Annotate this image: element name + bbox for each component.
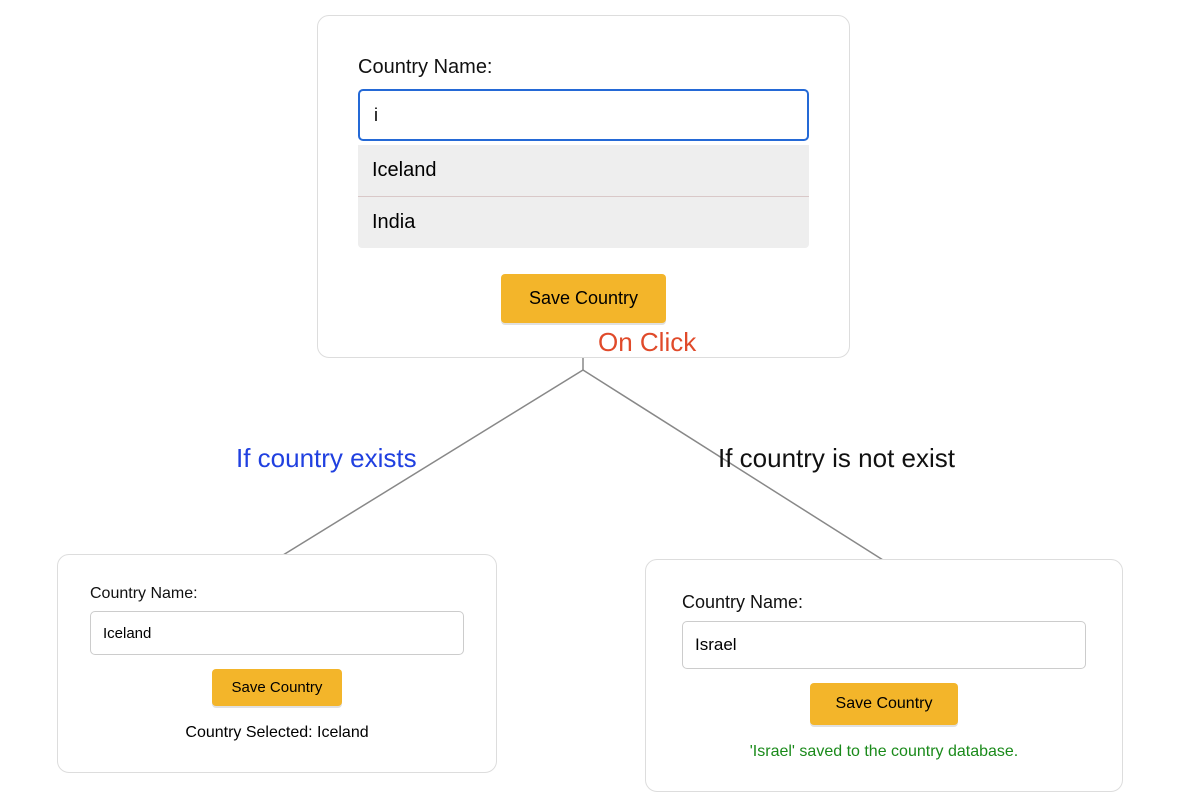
save-country-button[interactable]: Save Country: [810, 683, 959, 725]
branch-right-annotation: If country is not exist: [718, 443, 955, 474]
branch-left-annotation: If country exists: [236, 443, 417, 474]
country-name-input[interactable]: [682, 621, 1086, 669]
country-name-input[interactable]: [90, 611, 464, 655]
save-country-button[interactable]: Save Country: [501, 274, 666, 323]
country-name-label: Country Name:: [358, 56, 809, 79]
country-name-label: Country Name:: [682, 592, 1086, 613]
saved-success-status: 'Israel' saved to the country database.: [682, 743, 1086, 761]
autocomplete-option[interactable]: Iceland: [358, 145, 809, 197]
left-result-card: Country Name: Save Country Country Selec…: [57, 554, 497, 773]
on-click-annotation: On Click: [598, 327, 696, 358]
autocomplete-dropdown: Iceland India: [358, 145, 809, 248]
country-selected-status: Country Selected: Iceland: [90, 724, 464, 742]
save-country-button[interactable]: Save Country: [212, 669, 343, 706]
country-name-label: Country Name:: [90, 585, 464, 603]
main-card: Country Name: Iceland India Save Country: [317, 15, 850, 358]
right-result-card: Country Name: Save Country 'Israel' save…: [645, 559, 1123, 792]
autocomplete-option[interactable]: India: [358, 197, 809, 248]
country-name-input[interactable]: [358, 89, 809, 141]
